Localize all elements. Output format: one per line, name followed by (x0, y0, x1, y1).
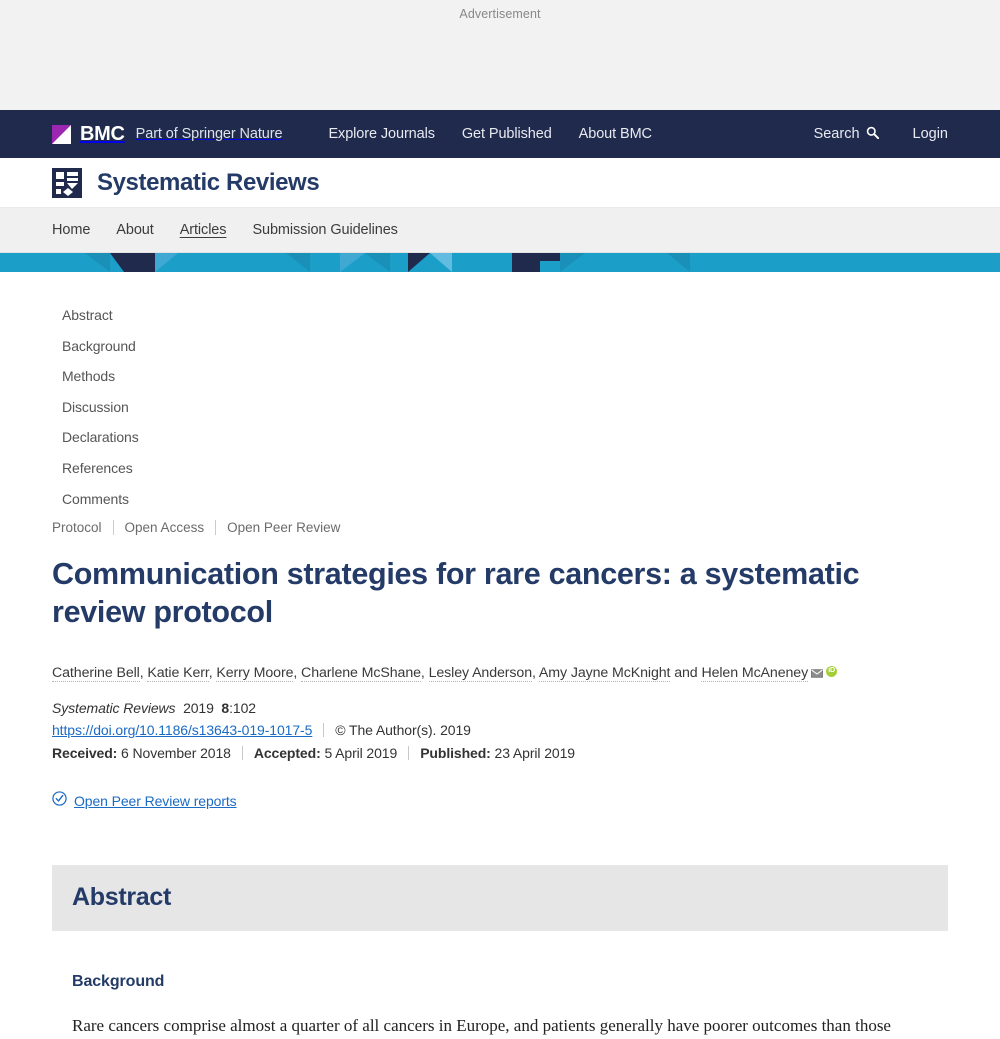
journal-secondary-nav: Home About Articles Submission Guideline… (0, 208, 1000, 253)
date-divider (241, 746, 243, 761)
page-title: Communication strategies for rare cancer… (52, 557, 860, 630)
bmc-tagline: Part of Springer Nature (135, 126, 283, 142)
open-peer-review-reports[interactable]: Open Peer Review reports (52, 791, 948, 811)
author-sep: , (420, 665, 429, 682)
citation-article-number: :102 (229, 700, 256, 717)
bmc-global-header: BMC Part of Springer Nature Explore Jour… (0, 110, 1000, 158)
doi-line: https://doi.org/10.1186/s13643-019-1017-… (52, 722, 948, 738)
journal-title[interactable]: Systematic Reviews (97, 169, 320, 197)
toc-item-declarations[interactable]: Declarations (62, 422, 948, 453)
badge-open-access: Open Access (124, 520, 205, 536)
orcid-icon[interactable] (826, 665, 838, 678)
article-page: Abstract Background Methods Discussion D… (0, 272, 1000, 1039)
abstract-background-heading: Background (72, 973, 165, 991)
bmc-primary-nav: Explore Journals Get Published About BMC (328, 126, 652, 142)
journal-header: Systematic Reviews (0, 158, 1000, 208)
bmc-header-actions: Search Login (814, 126, 948, 143)
toc-item-comments[interactable]: Comments (62, 484, 948, 515)
nav-get-published[interactable]: Get Published (462, 126, 552, 142)
advertisement-region: Advertisement (0, 0, 1000, 110)
bmc-logo-icon (52, 124, 71, 144)
abstract-section: Abstract Background Rare cancers compris… (52, 865, 948, 1039)
toc-item-background[interactable]: Background (62, 331, 948, 362)
journal-nav-home[interactable]: Home (52, 222, 90, 238)
published-value: 23 April 2019 (494, 745, 576, 762)
open-peer-review-link[interactable]: Open Peer Review reports (74, 793, 237, 809)
author-link[interactable]: Katie Kerr (147, 665, 209, 683)
advertisement-label: Advertisement (459, 7, 541, 21)
doi-link[interactable]: https://doi.org/10.1186/s13643-019-1017-… (52, 722, 312, 738)
journal-nav-submission-guidelines[interactable]: Submission Guidelines (252, 222, 398, 238)
toc-item-methods[interactable]: Methods (62, 361, 948, 392)
author-link[interactable]: Catherine Bell (52, 665, 140, 683)
bmc-wordmark: BMC (80, 123, 125, 145)
abstract-background-text: Rare cancers comprise almost a quarter o… (72, 1016, 891, 1036)
copyright-text: © The Author(s). 2019 (335, 722, 471, 739)
received-label: Received: (52, 745, 118, 762)
article-header: Protocol Open Access Open Peer Review Co… (52, 520, 948, 811)
article-badges: Protocol Open Access Open Peer Review (52, 520, 948, 536)
toc-item-abstract[interactable]: Abstract (62, 300, 948, 331)
received-group: Received: 6 November 2018 (52, 745, 242, 761)
author-link[interactable]: Lesley Anderson (428, 665, 532, 683)
journal-nav-articles[interactable]: Articles (180, 222, 227, 238)
badge-protocol: Protocol (52, 520, 102, 536)
citation-journal: Systematic Reviews (52, 700, 176, 717)
email-icon[interactable] (811, 664, 824, 685)
journal-logo-icon (52, 167, 82, 198)
nav-explore-journals[interactable]: Explore Journals (328, 126, 435, 142)
author-sep: , (293, 665, 302, 682)
corresponding-author-link[interactable]: Helen McAneney (701, 665, 808, 683)
abstract-body: Background Rare cancers comprise almost … (52, 973, 948, 1039)
bmc-logo-link[interactable]: BMC Part of Springer Nature (52, 123, 283, 145)
search-button[interactable]: Search (814, 126, 879, 143)
login-link[interactable]: Login (913, 126, 948, 142)
published-label: Published: (420, 745, 491, 762)
nav-about-bmc[interactable]: About BMC (579, 126, 652, 142)
badge-open-peer-review: Open Peer Review (227, 520, 341, 536)
journal-nav-about[interactable]: About (116, 222, 154, 238)
doi-divider (323, 723, 325, 738)
date-divider (408, 746, 410, 761)
badge-divider (112, 520, 114, 536)
citation-volume: 8 (221, 700, 230, 717)
abstract-heading: Abstract (72, 883, 172, 912)
accepted-value: 5 April 2019 (324, 745, 398, 762)
citation-year: 2019 (183, 700, 214, 717)
author-link[interactable]: Charlene McShane (301, 665, 421, 683)
citation-line: Systematic Reviews 2019 8:102 (52, 700, 948, 716)
article-dates: Received: 6 November 2018 Accepted: 5 Ap… (52, 745, 948, 761)
accepted-label: Accepted: (253, 745, 321, 762)
article-toc-nav: Abstract Background Methods Discussion D… (52, 272, 948, 514)
author-sep: , (532, 665, 539, 682)
search-label: Search (813, 126, 860, 142)
author-list: Catherine Bell, Katie Kerr, Kerry Moore,… (52, 663, 948, 685)
received-value: 6 November 2018 (121, 745, 231, 762)
author-link[interactable]: Kerry Moore (216, 665, 293, 683)
accepted-group: Accepted: 5 April 2019 (254, 745, 408, 761)
search-icon (866, 126, 879, 143)
toc-item-discussion[interactable]: Discussion (62, 392, 948, 423)
decorative-banner (0, 253, 1000, 272)
check-circle-icon (52, 791, 67, 811)
published-group: Published: 23 April 2019 (420, 745, 586, 761)
abstract-header-bar: Abstract (52, 865, 948, 932)
author-link[interactable]: Amy Jayne McKnight (538, 665, 670, 683)
badge-divider (215, 520, 217, 536)
author-conjunction-word: and (674, 665, 698, 682)
toc-item-references[interactable]: References (62, 453, 948, 484)
